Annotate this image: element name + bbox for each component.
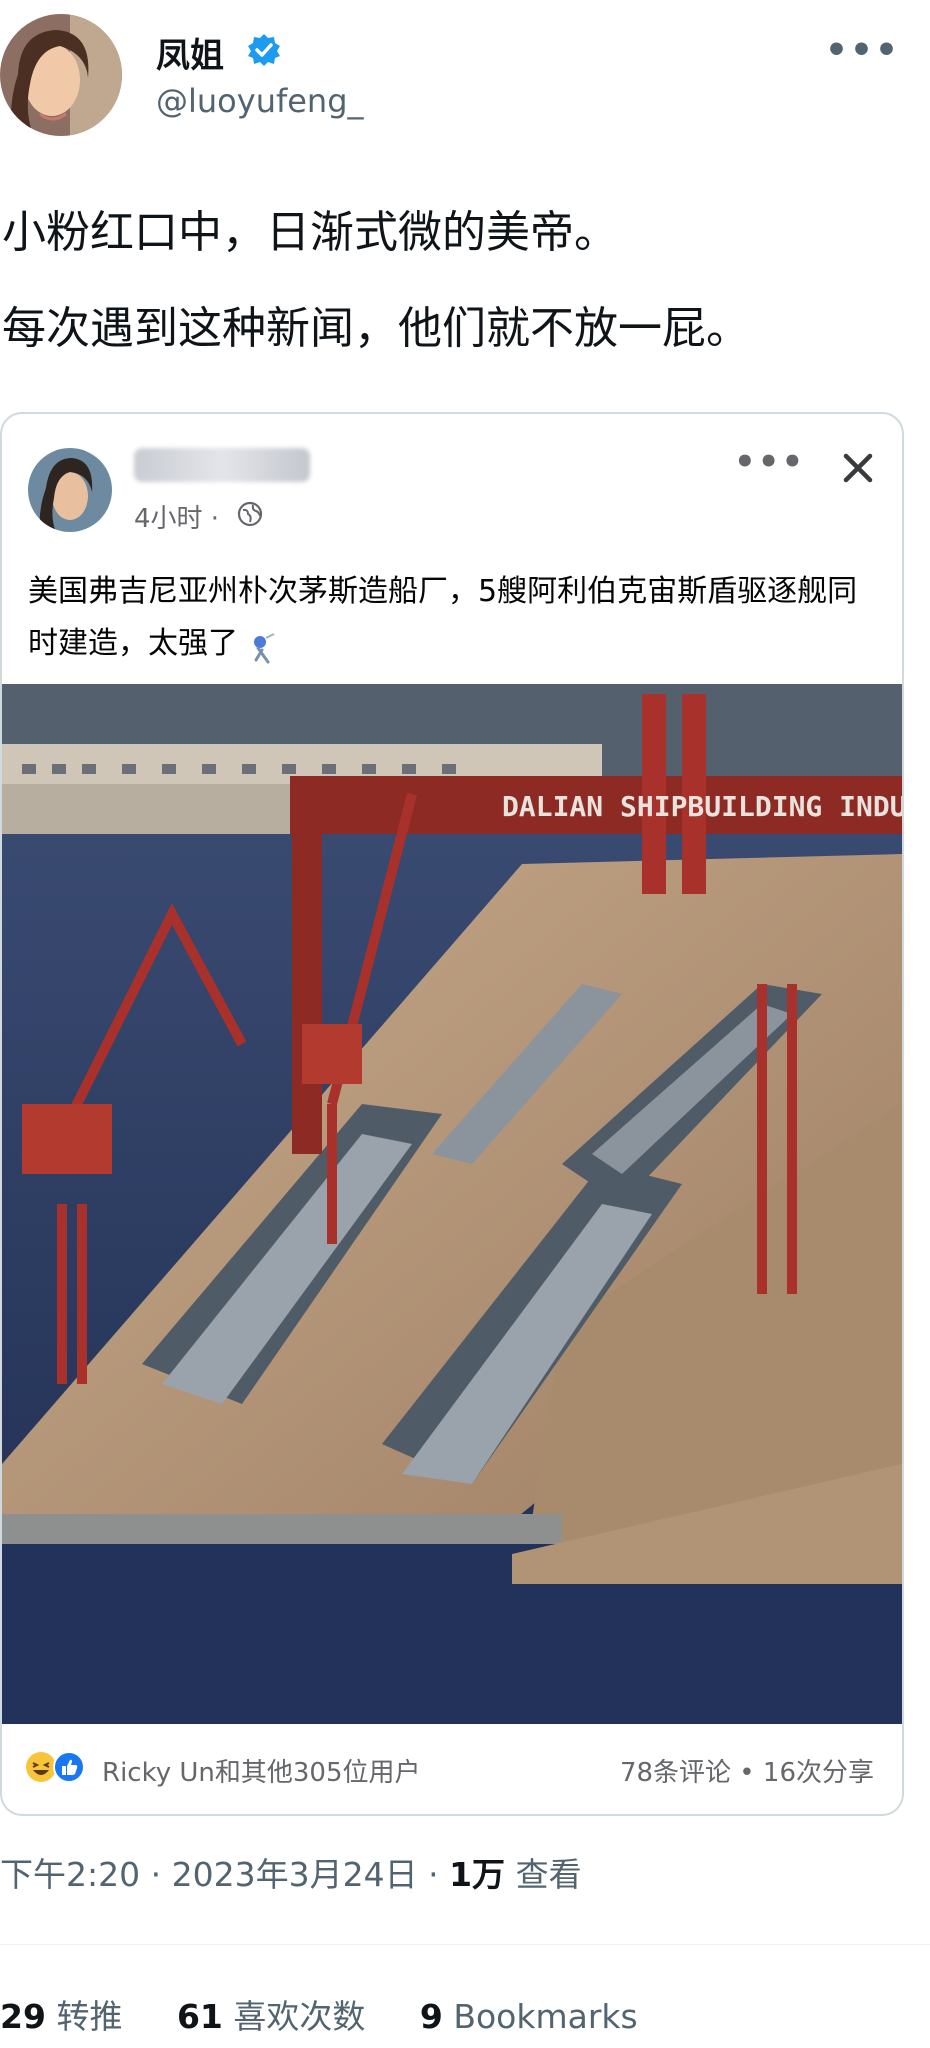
post-time[interactable]: 下午2:20 bbox=[0, 1855, 140, 1894]
embedded-post-time: 4小时 · bbox=[134, 504, 220, 534]
post-meta: 下午2:20 · 2023年3月24日 · 1万 查看 bbox=[0, 1848, 582, 1896]
embedded-author-name-blurred bbox=[134, 448, 310, 482]
views-count: 1万 bbox=[449, 1855, 506, 1894]
shipyard-sign-text: DALIAN SHIPBUILDING INDUSTRY bbox=[502, 790, 902, 823]
emoji-icon bbox=[248, 629, 278, 663]
views-label: 查看 bbox=[515, 1855, 582, 1894]
like-reaction-icon bbox=[52, 1750, 86, 1784]
author-avatar[interactable] bbox=[0, 14, 122, 136]
embedded-post-card[interactable]: 4小时 · ••• 美国弗吉尼亚州朴次茅斯造船厂，5艘阿利伯克宙斯盾驱逐舰同时建… bbox=[0, 412, 904, 1816]
divider bbox=[0, 1944, 930, 1945]
likes-stat[interactable]: 61 喜欢次数 bbox=[177, 1997, 365, 2036]
post-text-line-1: 小粉红口中，日渐式微的美帝。 bbox=[2, 207, 618, 258]
shipyard-photo[interactable]: DALIAN SHIPBUILDING INDUSTRY bbox=[2, 684, 902, 1724]
embedded-post-text: 美国弗吉尼亚州朴次茅斯造船厂，5艘阿利伯克宙斯盾驱逐舰同时建造，太强了 bbox=[28, 574, 858, 663]
author-handle[interactable]: @luoyufeng_ bbox=[156, 82, 364, 120]
post-date[interactable]: 2023年3月24日 bbox=[172, 1855, 418, 1894]
meta-separator: · bbox=[428, 1855, 439, 1894]
embedded-reactions-bar: Ricky Un和其他305位用户 78条评论 • 16次分享 bbox=[2, 1724, 902, 1814]
globe-icon bbox=[236, 500, 264, 528]
engagement-stats: 29 转推 61 喜欢次数 9 Bookmarks bbox=[0, 1990, 682, 2038]
close-icon[interactable] bbox=[834, 444, 882, 492]
verified-badge-icon bbox=[246, 32, 282, 68]
reactions-summary[interactable]: Ricky Un和其他305位用户 bbox=[102, 1752, 421, 1789]
author-name[interactable]: 凤姐 bbox=[156, 28, 224, 77]
embedded-more-icon[interactable]: ••• bbox=[734, 442, 805, 482]
embedded-author-avatar bbox=[28, 448, 112, 532]
post-text-line-2: 每次遇到这种新闻，他们就不放一屁。 bbox=[2, 303, 750, 354]
comments-shares-count[interactable]: 78条评论 • 16次分享 bbox=[620, 1752, 874, 1789]
more-options-icon[interactable]: ••• bbox=[825, 30, 900, 71]
meta-separator: · bbox=[150, 1855, 162, 1894]
bookmarks-stat[interactable]: 9 Bookmarks bbox=[420, 1997, 638, 2036]
retweets-stat[interactable]: 29 转推 bbox=[0, 1997, 122, 2036]
